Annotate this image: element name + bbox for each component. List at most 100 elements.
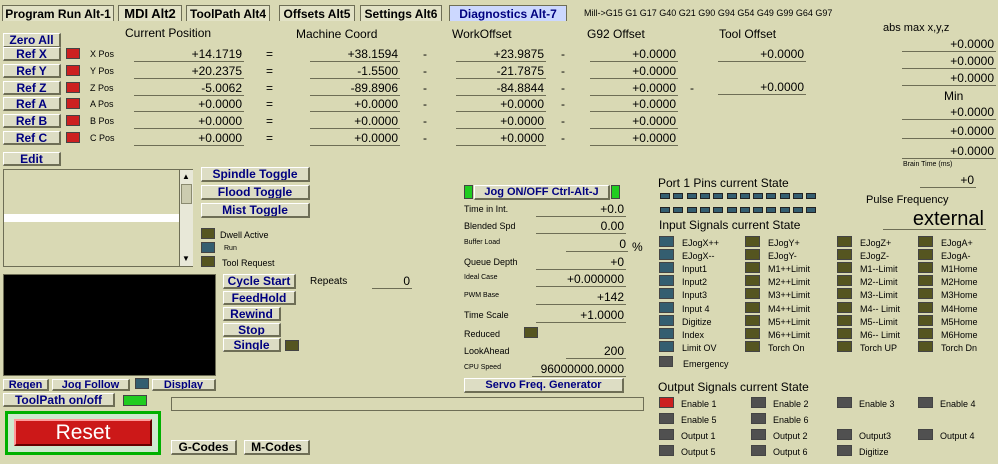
- gcodes-button[interactable]: G-Codes: [171, 440, 237, 455]
- ref-axis-button[interactable]: Ref Z: [3, 81, 61, 95]
- lookahead-label: LookAhead: [464, 346, 510, 356]
- input-signal-led: [745, 302, 760, 313]
- spindle-toggle-button[interactable]: Spindle Toggle: [201, 167, 310, 182]
- min-z: +0.0000: [902, 144, 996, 159]
- input-signal-led: [837, 275, 852, 286]
- reset-button[interactable]: Reset: [14, 419, 152, 446]
- edit-button[interactable]: Edit: [3, 152, 61, 166]
- single-button[interactable]: Single: [223, 338, 281, 352]
- input-signal-led: [918, 341, 933, 352]
- equals-sign: =: [266, 131, 274, 145]
- rewind-button[interactable]: Rewind: [223, 307, 281, 321]
- machine-coord-dro: +0.0000: [310, 114, 400, 129]
- output-signal-label: Output 2: [773, 431, 808, 441]
- g92-offset-dro: +0.0000: [590, 47, 678, 62]
- param-label: Queue Depth: [464, 257, 518, 267]
- cycle-start-button[interactable]: Cycle Start: [223, 274, 296, 289]
- tab-offsets[interactable]: Offsets Alt5: [279, 5, 355, 21]
- output-signal-led: [837, 429, 852, 440]
- input-signal-label: Input1: [682, 264, 708, 274]
- tab-diagnostics[interactable]: Diagnostics Alt-7: [449, 5, 567, 21]
- current-position-dro[interactable]: +20.2375: [134, 64, 244, 79]
- toolpath-display[interactable]: [3, 274, 216, 376]
- minus-sign: -: [561, 114, 565, 128]
- machine-coord-dro: +0.0000: [310, 97, 400, 112]
- minus-sign: -: [561, 81, 565, 95]
- ref-axis-button[interactable]: Ref X: [3, 47, 61, 61]
- current-position-dro[interactable]: +0.0000: [134, 131, 244, 146]
- work-offset-dro: +0.0000: [456, 114, 546, 129]
- scroll-thumb[interactable]: [181, 184, 192, 204]
- mcodes-button[interactable]: M-Codes: [244, 440, 310, 455]
- output-signal-label: Enable 6: [773, 415, 809, 425]
- input-signal-led: [745, 288, 760, 299]
- param-label: Buffer Load: [464, 239, 501, 246]
- equals-sign: =: [266, 47, 274, 61]
- servo-freq-generator-button[interactable]: Servo Freq. Generator: [464, 378, 624, 393]
- jog-onoff-button[interactable]: Jog ON/OFF Ctrl-Alt-J: [474, 185, 610, 200]
- output-signal-label: Digitize: [859, 447, 889, 457]
- port-pin-led: [673, 207, 684, 213]
- modal-gcode-line: Mill->G15 G1 G17 G40 G21 G90 G94 G54 G49…: [584, 8, 833, 18]
- port-pin-led: [660, 193, 670, 199]
- input-signal-label: EJogY-: [768, 251, 797, 261]
- ref-axis-button[interactable]: Ref C: [3, 131, 61, 145]
- tab-program-run[interactable]: Program Run Alt-1: [2, 5, 114, 21]
- current-position-dro[interactable]: -5.0062: [134, 81, 244, 96]
- work-offset-dro: +0.0000: [456, 97, 546, 112]
- toolpath-onoff-button[interactable]: ToolPath on/off: [3, 393, 115, 407]
- axis-label: X Pos: [90, 49, 115, 59]
- input-signal-label: M3++Limit: [768, 290, 811, 300]
- single-led: [285, 340, 299, 351]
- input-signal-label: M5++Limit: [768, 317, 811, 327]
- equals-sign: =: [266, 64, 274, 78]
- tab-settings[interactable]: Settings Alt6: [360, 5, 442, 21]
- gcode-scrollbar[interactable]: ▲ ▼: [179, 170, 193, 266]
- header-tool-offset: Tool Offset: [719, 27, 777, 41]
- zero-all-button[interactable]: Zero All: [3, 33, 61, 48]
- tab-toolpath[interactable]: ToolPath Alt4: [186, 5, 270, 21]
- ref-axis-button[interactable]: Ref A: [3, 97, 61, 111]
- current-position-dro[interactable]: +0.0000: [134, 97, 244, 112]
- work-offset-dro: +23.9875: [456, 47, 546, 62]
- repeats-value[interactable]: 0: [372, 274, 412, 289]
- input-signal-led: [918, 328, 933, 339]
- equals-sign: =: [266, 97, 274, 111]
- minus-sign: -: [423, 64, 427, 78]
- axis-label: Z Pos: [90, 83, 114, 93]
- scroll-down-icon[interactable]: ▼: [182, 254, 190, 263]
- stop-button[interactable]: Stop: [223, 323, 281, 337]
- input-signal-led: [837, 315, 852, 326]
- flood-toggle-button[interactable]: Flood Toggle: [201, 185, 310, 200]
- output-signal-led: [659, 397, 674, 408]
- minus-sign: -: [561, 47, 565, 61]
- work-offset-dro: -84.8844: [456, 81, 546, 96]
- input-signal-label: Input2: [682, 277, 708, 287]
- gcode-current-line: [4, 214, 179, 222]
- cpu-speed-value: 96000000.0000: [532, 362, 626, 377]
- header-g92-offset: G92 Offset: [587, 27, 645, 41]
- input-signal-label: M5Home: [941, 317, 978, 327]
- display-button[interactable]: Display: [152, 379, 216, 391]
- emergency-led: [659, 356, 673, 367]
- reduced-label: Reduced: [464, 329, 501, 339]
- param-label: Blended Spd: [464, 221, 516, 231]
- jog-follow-button[interactable]: Jog Follow: [52, 379, 130, 391]
- current-position-dro[interactable]: +14.1719: [134, 47, 244, 62]
- input-signal-label: M6-- Limit: [860, 330, 900, 340]
- regen-button[interactable]: Regen: [3, 379, 49, 391]
- lookahead-value[interactable]: 200: [566, 344, 626, 359]
- input-signal-led: [918, 262, 933, 273]
- feedhold-button[interactable]: FeedHold: [223, 291, 296, 305]
- param-label: Time in Int.: [464, 204, 509, 214]
- gcode-listing[interactable]: ▲ ▼: [3, 169, 193, 267]
- current-position-dro[interactable]: +0.0000: [134, 114, 244, 129]
- input-signal-led: [745, 262, 760, 273]
- tab-mdi[interactable]: MDI Alt2: [118, 5, 182, 21]
- scroll-up-icon[interactable]: ▲: [182, 172, 190, 181]
- port-pin-led: [660, 207, 670, 213]
- input-signal-label: Torch Dn: [941, 343, 978, 353]
- mist-toggle-button[interactable]: Mist Toggle: [201, 203, 310, 218]
- ref-axis-button[interactable]: Ref Y: [3, 64, 61, 78]
- ref-axis-button[interactable]: Ref B: [3, 114, 61, 128]
